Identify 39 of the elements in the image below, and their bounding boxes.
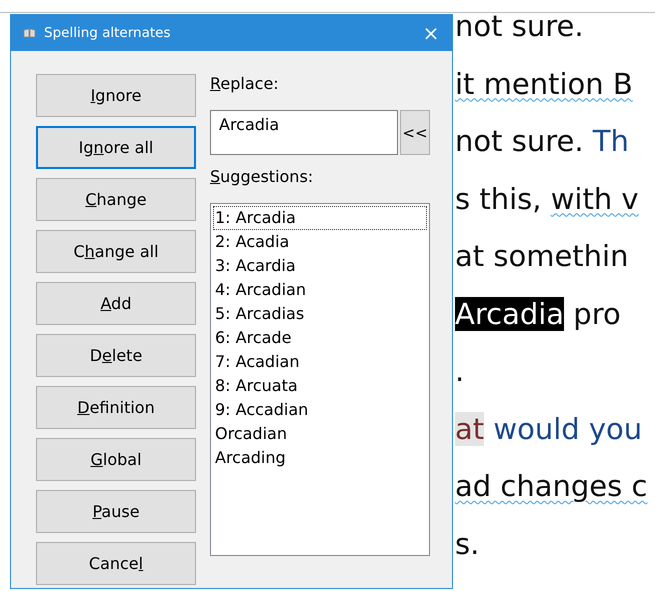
book-icon	[23, 28, 36, 38]
transcript-text: .	[455, 354, 464, 388]
transcript-text: not sure.	[455, 9, 584, 43]
suggestion-item[interactable]: 3: Acardia	[213, 254, 427, 278]
suggestions-label: Suggestions:	[210, 167, 314, 188]
dialog-button[interactable]: Global	[36, 438, 196, 481]
suggestion-item[interactable]: 2: Acadia	[213, 230, 427, 254]
replace-label: Replace:	[210, 74, 280, 95]
suggestion-item[interactable]: 4: Arcadian	[213, 278, 427, 302]
dialog-button[interactable]: Pause	[36, 490, 196, 533]
dialog-button[interactable]: Change	[36, 178, 196, 221]
dialog-button[interactable]: Cancel	[36, 542, 196, 585]
restore-button[interactable]: <<	[400, 110, 430, 155]
suggestion-item[interactable]: Orcadian	[213, 422, 427, 446]
window-title: Spelling alternates	[44, 24, 172, 40]
dialog-button[interactable]: Definition	[36, 386, 196, 429]
transcript-text: s.	[455, 526, 480, 560]
suggestion-item[interactable]: Arcading	[213, 446, 427, 470]
transcript-text: not sure. Th	[455, 124, 629, 158]
suggestion-item[interactable]: 1: Arcadia	[213, 206, 427, 230]
suggestion-item[interactable]: 9: Accadian	[213, 398, 427, 422]
transcript-text: at somethin	[455, 239, 628, 273]
close-button[interactable]: ×	[416, 18, 446, 48]
transcript-text: Arcadia pro	[455, 296, 621, 330]
transcript-text: s this, with v	[455, 182, 639, 216]
dialog-button[interactable]: Change all	[36, 230, 196, 273]
suggestion-item[interactable]: 6: Arcade	[213, 326, 427, 350]
dialog-button[interactable]: Ignore all	[36, 126, 196, 169]
dialog-button[interactable]: Delete	[36, 334, 196, 377]
replace-field[interactable]: Arcadia	[210, 110, 398, 155]
dialog-button[interactable]: Add	[36, 282, 196, 325]
transcript-text: ad changes c	[455, 469, 648, 503]
suggestion-item[interactable]: 8: Arcuata	[213, 374, 427, 398]
transcript-text: it mention B	[455, 66, 633, 100]
transcript-text: at would you	[455, 412, 642, 446]
suggestion-item[interactable]: 5: Arcadias	[213, 302, 427, 326]
suggestions-list[interactable]: 1: Arcadia 2: Acadia 3: Acardia 4: Arcadian 5: Arcadias 6: Arcade 7: Acadian 8: Arcuata 9: Accadian Orcadian Arcading	[210, 203, 430, 556]
suggestion-item[interactable]: 7: Acadian	[213, 350, 427, 374]
dialog-button[interactable]: Ignore	[36, 74, 196, 117]
